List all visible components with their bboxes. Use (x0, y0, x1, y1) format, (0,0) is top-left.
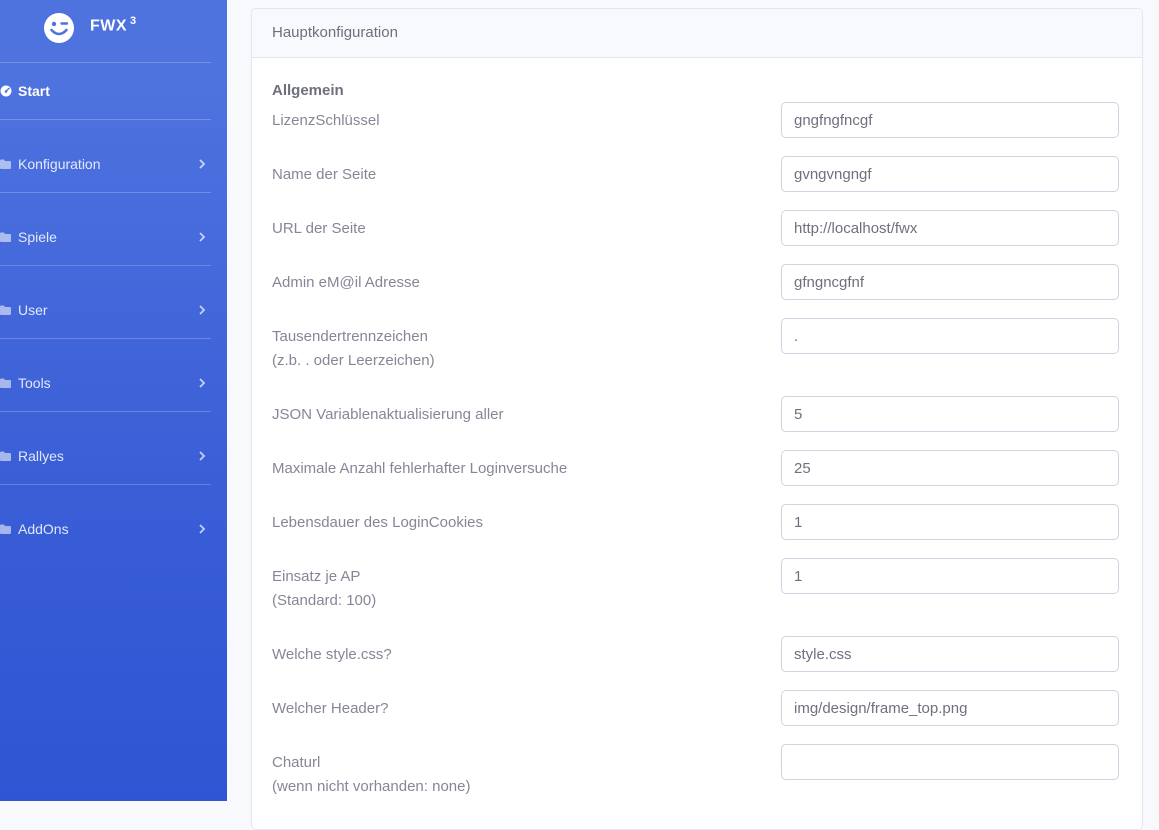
dashboard-icon (0, 85, 12, 97)
chevron-right-icon (199, 305, 206, 315)
chat-url-input[interactable] (781, 744, 1119, 780)
stake-per-ap-input[interactable] (781, 558, 1119, 594)
login-cookie-lifetime-input[interactable] (781, 504, 1119, 540)
sidebar-divider (0, 192, 211, 193)
field-label-thousands-separator: Tausendertrennzeichen (272, 328, 428, 345)
header-image-input[interactable] (781, 690, 1119, 726)
chevron-right-icon (199, 451, 206, 461)
field-label-stylesheet: Welche style.css? (272, 646, 392, 663)
section-title: Allgemein (272, 82, 344, 99)
field-hint-stake-per-ap: (Standard: 100) (272, 592, 377, 609)
sidebar-item-user[interactable]: User (0, 298, 211, 322)
field-label-site-url: URL der Seite (272, 220, 366, 237)
folder-icon (0, 159, 11, 169)
sidebar-item-konfiguration[interactable]: Konfiguration (0, 152, 211, 176)
sidebar-divider (0, 265, 211, 266)
sidebar: FWX 3 Start Konfiguration Spiele User Too… (0, 0, 227, 801)
folder-icon (0, 451, 11, 461)
field-label-header-image: Welcher Header? (272, 700, 389, 717)
chevron-right-icon (199, 524, 206, 534)
folder-icon (0, 524, 11, 534)
sidebar-divider (0, 62, 211, 63)
field-hint-chat-url: (wenn nicht vorhanden: none) (272, 778, 471, 795)
sidebar-item-spiele[interactable]: Spiele (0, 225, 211, 249)
field-label-max-login-attempts: Maximale Anzahl fehlerhafter Loginversuc… (272, 460, 568, 477)
field-label-license-key: LizenzSchlüssel (272, 112, 380, 129)
field-label-chat-url: Chaturl (272, 754, 321, 771)
brand-name: FWX 3 (90, 15, 137, 35)
field-label-stake-per-ap: Einsatz je AP (272, 568, 361, 585)
folder-icon (0, 232, 11, 242)
chevron-right-icon (199, 378, 206, 388)
sidebar-divider (0, 119, 211, 120)
config-card: Hauptkonfiguration Allgemein LizenzSchlü… (251, 8, 1143, 830)
sidebar-item-addons[interactable]: AddOns (0, 517, 211, 541)
max-login-attempts-input[interactable] (781, 450, 1119, 486)
card-header: Hauptkonfiguration (252, 9, 1142, 58)
sidebar-divider (0, 411, 211, 412)
card-title: Hauptkonfiguration (272, 24, 398, 41)
sidebar-item-tools[interactable]: Tools (0, 371, 211, 395)
folder-icon (0, 305, 11, 315)
sidebar-item-rallyes[interactable]: Rallyes (0, 444, 211, 468)
field-label-admin-email: Admin eM@il Adresse (272, 274, 420, 291)
folder-icon (0, 378, 11, 388)
stylesheet-input[interactable] (781, 636, 1119, 672)
brand-link[interactable]: FWX 3 (0, 0, 211, 62)
field-label-site-name: Name der Seite (272, 166, 377, 183)
site-name-input[interactable] (781, 156, 1119, 192)
sidebar-divider (0, 484, 211, 485)
json-refresh-input[interactable] (781, 396, 1119, 432)
license-key-input[interactable] (781, 102, 1119, 138)
field-hint-thousands-separator: (z.b. . oder Leerzeichen) (272, 352, 435, 369)
field-label-login-cookie-lifetime: Lebensdauer des LoginCookies (272, 514, 483, 531)
chevron-right-icon (199, 232, 206, 242)
sidebar-item-start[interactable]: Start (0, 79, 211, 103)
chevron-right-icon (199, 159, 206, 169)
sidebar-divider (0, 338, 211, 339)
smiley-logo-icon (44, 13, 74, 43)
site-url-input[interactable] (781, 210, 1119, 246)
field-label-json-refresh: JSON Variablenaktualisierung aller (272, 406, 504, 423)
admin-email-input[interactable] (781, 264, 1119, 300)
thousands-separator-input[interactable] (781, 318, 1119, 354)
